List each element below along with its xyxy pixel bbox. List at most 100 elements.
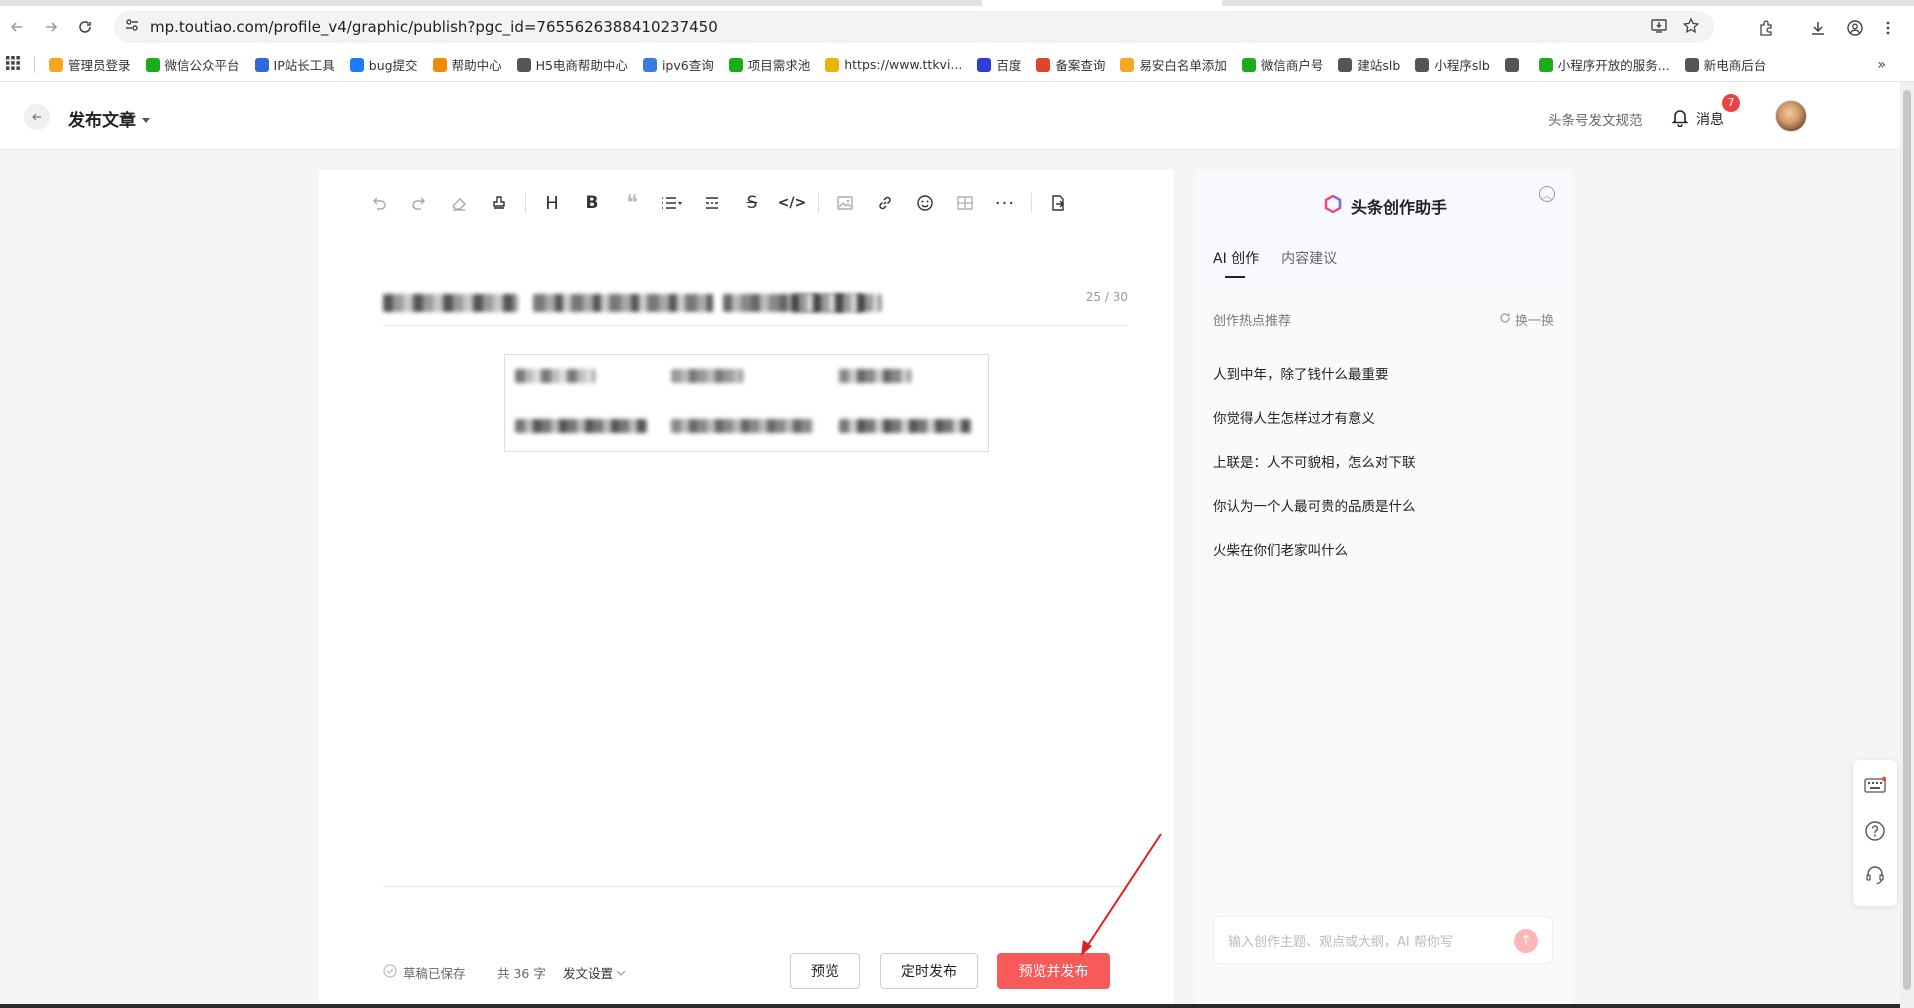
bookmark-favicon-icon — [825, 57, 840, 72]
bookmarks-bar: 管理员登录 微信公众平台 IP站长工具 bug提交 帮助中心 H5电商帮助中心 ipv6查询… — [0, 48, 1914, 82]
bookmark-label: 管理员登录 — [68, 58, 131, 73]
bookmark-item[interactable]: 帮助中心 — [432, 55, 502, 74]
bookmark-label: 百度 — [996, 58, 1022, 73]
bookmark-item[interactable]: 小程序开放的服务... — [1538, 55, 1670, 74]
bookmark-label: bug提交 — [368, 58, 418, 73]
blurred-cell — [839, 419, 971, 433]
apps-grid-icon[interactable] — [6, 55, 20, 74]
keyboard-icon[interactable] — [1864, 774, 1886, 796]
more-icon[interactable]: ··· — [985, 188, 1025, 218]
headset-support-icon[interactable] — [1864, 864, 1886, 886]
bookmark-item[interactable]: 备案查询 — [1036, 55, 1105, 74]
scrollbar-thumb[interactable] — [1903, 90, 1911, 990]
bookmark-label: H5电商帮助中心 — [535, 58, 628, 73]
bookmark-item[interactable]: 管理员登录 — [49, 55, 131, 74]
bookmark-item[interactable]: 易安白名单添加 — [1120, 55, 1227, 74]
tab-content-suggestions[interactable]: 内容建议 — [1281, 248, 1337, 268]
divider-line-icon[interactable] — [692, 188, 732, 218]
more-bookmarks-icon[interactable]: » — [1877, 57, 1886, 73]
reload-icon[interactable] — [68, 10, 102, 44]
forward-icon[interactable] — [34, 10, 68, 44]
publishing-rules-link[interactable]: 头条号发文规范 — [1548, 109, 1643, 129]
download-icon[interactable] — [1806, 16, 1830, 40]
bookmark-item[interactable]: IP站长工具 — [254, 55, 335, 74]
extensions-icon[interactable] — [1754, 16, 1778, 40]
quote-icon[interactable]: ❝ — [612, 188, 652, 218]
hot-topic-item[interactable]: 人到中年，除了钱什么最重要 — [1213, 363, 1389, 383]
bookmark-label: 备案查询 — [1055, 58, 1106, 73]
bookmark-item[interactable]: 百度 — [977, 55, 1021, 74]
collapse-icon[interactable]: ︿ — [1539, 186, 1555, 202]
bookmark-item[interactable]: ipv6查询 — [642, 55, 714, 74]
schedule-publish-button[interactable]: 定时发布 — [880, 953, 978, 989]
format-painter-icon[interactable] — [479, 188, 519, 218]
redo-icon[interactable] — [399, 188, 439, 218]
bookmark-label: ipv6查询 — [661, 58, 714, 73]
hot-topic-item[interactable]: 你觉得人生怎样过才有意义 — [1213, 407, 1375, 427]
image-icon[interactable] — [825, 188, 865, 218]
eraser-icon[interactable] — [439, 188, 479, 218]
bell-icon — [1670, 107, 1690, 131]
bookmark-favicon-icon — [1415, 57, 1430, 72]
assistant-prompt-input[interactable]: 输入创作主题、观点或大纲，AI 帮你写 ↑ — [1213, 916, 1553, 964]
heading-icon[interactable]: H — [532, 188, 572, 218]
bookmark-item[interactable]: 新电商后台 — [1684, 55, 1766, 74]
bookmark-favicon-icon — [432, 57, 447, 72]
address-bar[interactable]: mp.toutiao.com/profile_v4/graphic/publis… — [114, 11, 1714, 43]
avatar[interactable] — [1775, 100, 1807, 132]
article-editor: H B ❝ S </> ··· 25 / 30 草稿已保存 共 36 字 发文设… — [319, 170, 1174, 1008]
page-scrollbar[interactable] — [1900, 82, 1914, 1008]
import-doc-icon[interactable] — [1038, 188, 1078, 218]
refresh-topics-button[interactable]: 换一换 — [1499, 310, 1554, 329]
article-table[interactable] — [504, 354, 989, 452]
send-arrow-icon[interactable]: ↑ — [1514, 929, 1538, 953]
table-icon[interactable] — [945, 188, 985, 218]
site-info-icon[interactable] — [124, 17, 140, 37]
bookmark-label: IP站长工具 — [273, 58, 335, 73]
profile-icon[interactable] — [1843, 16, 1867, 40]
prompt-placeholder: 输入创作主题、观点或大纲，AI 帮你写 — [1228, 935, 1453, 950]
bookmark-item[interactable]: bug提交 — [349, 55, 418, 74]
bookmark-favicon-icon — [1338, 57, 1353, 72]
bookmark-item[interactable]: 微信商户号 — [1241, 55, 1323, 74]
bookmark-list: 管理员登录 微信公众平台 IP站长工具 bug提交 帮助中心 H5电商帮助中心 ipv6查询… — [49, 55, 1781, 74]
blurred-title-text — [533, 294, 713, 312]
undo-icon[interactable] — [359, 188, 399, 218]
url-text[interactable]: mp.toutiao.com/profile_v4/graphic/publis… — [150, 18, 718, 36]
bold-icon[interactable]: B — [572, 188, 612, 218]
bookmark-item[interactable]: 小程序slb — [1415, 55, 1490, 74]
bookmark-star-icon[interactable] — [1682, 17, 1700, 39]
bookmark-item[interactable]: H5电商帮助中心 — [516, 55, 628, 74]
hot-topic-item[interactable]: 火柴在你们老家叫什么 — [1213, 539, 1348, 559]
tab-ai-create[interactable]: AI 创作 — [1213, 248, 1259, 278]
help-icon[interactable] — [1864, 820, 1886, 842]
page-title[interactable]: 发布文章 — [68, 106, 150, 131]
install-app-icon[interactable] — [1650, 17, 1668, 39]
menu-kebab-icon[interactable] — [1876, 16, 1900, 40]
strikethrough-icon[interactable]: S — [732, 188, 772, 218]
code-icon[interactable]: </> — [772, 188, 812, 218]
link-icon[interactable] — [865, 188, 905, 218]
bookmark-item[interactable]: 微信公众平台 — [145, 55, 240, 74]
bookmark-favicon-icon — [1120, 57, 1135, 72]
hot-topic-item[interactable]: 上联是：人不可貌相，怎么对下联 — [1213, 451, 1416, 471]
emoji-icon[interactable] — [905, 188, 945, 218]
bookmark-favicon-icon — [145, 57, 160, 72]
messages-button[interactable]: 消息 — [1670, 107, 1724, 131]
bookmark-item[interactable] — [1504, 57, 1524, 72]
preview-button[interactable]: 预览 — [790, 953, 860, 989]
title-char-counter: 25 / 30 — [1085, 290, 1128, 304]
message-count-badge: 7 — [1722, 94, 1740, 112]
publish-settings-dropdown[interactable]: 发文设置 — [563, 963, 626, 982]
hot-topic-item[interactable]: 你认为一个人最可贵的品质是什么 — [1213, 495, 1416, 515]
annotation-arrow — [1081, 833, 1162, 956]
back-icon[interactable] — [0, 10, 34, 44]
list-icon[interactable] — [652, 188, 692, 218]
bookmark-item[interactable]: 建站slb — [1338, 55, 1400, 74]
blurred-title-text — [383, 294, 518, 312]
article-title-input[interactable]: 25 / 30 — [383, 276, 1128, 326]
bookmark-item[interactable]: 项目需求池 — [728, 55, 810, 74]
bookmark-label: 小程序开放的服务... — [1557, 58, 1670, 73]
back-arrow-icon[interactable] — [24, 104, 50, 130]
bookmark-item[interactable]: https://www.ttkvi... — [825, 57, 962, 72]
